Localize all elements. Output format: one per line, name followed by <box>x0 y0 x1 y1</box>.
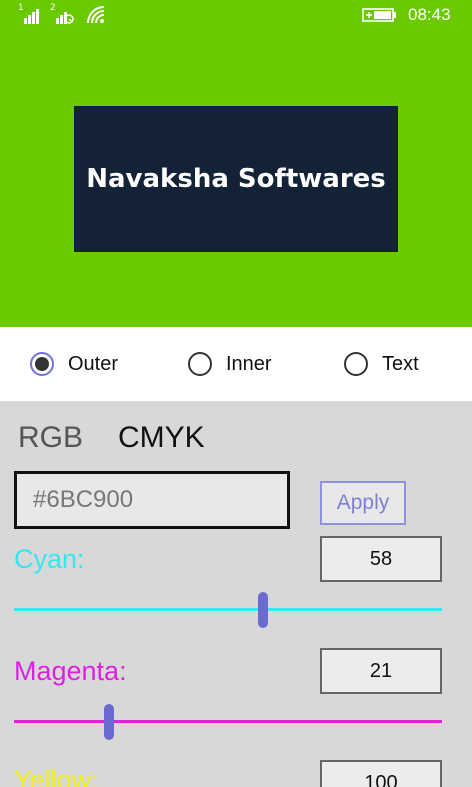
radio-inner-ring[interactable] <box>188 352 212 376</box>
radio-inner-label: Inner <box>226 352 272 375</box>
cyan-label: Cyan: <box>14 544 85 574</box>
cyan-slider-thumb[interactable] <box>258 592 269 628</box>
target-selector: Outer Inner Text <box>0 327 472 401</box>
yellow-value-box[interactable]: 100 <box>320 760 442 787</box>
signal-sim2-icon: 2 <box>50 3 74 24</box>
radio-text-label: Text <box>382 352 419 375</box>
radio-text[interactable]: Text <box>344 349 419 379</box>
status-bar: 1 2 08:43 <box>0 0 472 32</box>
hex-input[interactable] <box>14 471 290 529</box>
tab-rgb[interactable]: RGB <box>18 421 83 455</box>
logo-text: Navaksha Softwares <box>86 164 386 194</box>
radio-outer[interactable]: Outer <box>30 349 118 379</box>
clock: 08:43 <box>408 5 451 24</box>
cyan-slider-track[interactable] <box>14 608 442 611</box>
magenta-label: Magenta: <box>14 656 127 686</box>
radio-outer-ring[interactable] <box>30 352 54 376</box>
signal-sim1-icon: 1 <box>18 3 40 24</box>
sim2-label: 2 <box>50 3 56 13</box>
radio-inner[interactable]: Inner <box>188 349 272 379</box>
cyan-value-box[interactable]: 58 <box>320 536 442 582</box>
sim1-label: 1 <box>18 3 24 13</box>
preview-area: 1 2 08:43 Navaksha Softwares <box>0 0 472 327</box>
radio-text-ring[interactable] <box>344 352 368 376</box>
magenta-value-box[interactable]: 21 <box>320 648 442 694</box>
battery-charging-icon <box>362 8 396 22</box>
yellow-label: Yellow: <box>14 765 99 787</box>
wifi-icon <box>87 6 105 24</box>
magenta-slider-track[interactable] <box>14 720 442 723</box>
magenta-slider-thumb[interactable] <box>103 704 114 740</box>
color-controls-panel: RGB CMYK Apply Cyan: 58 Magenta: 21 Yell… <box>0 401 472 787</box>
radio-outer-label: Outer <box>68 352 119 375</box>
apply-button[interactable]: Apply <box>320 481 406 525</box>
logo-box: Navaksha Softwares <box>74 106 398 252</box>
tab-cmyk[interactable]: CMYK <box>118 421 205 455</box>
